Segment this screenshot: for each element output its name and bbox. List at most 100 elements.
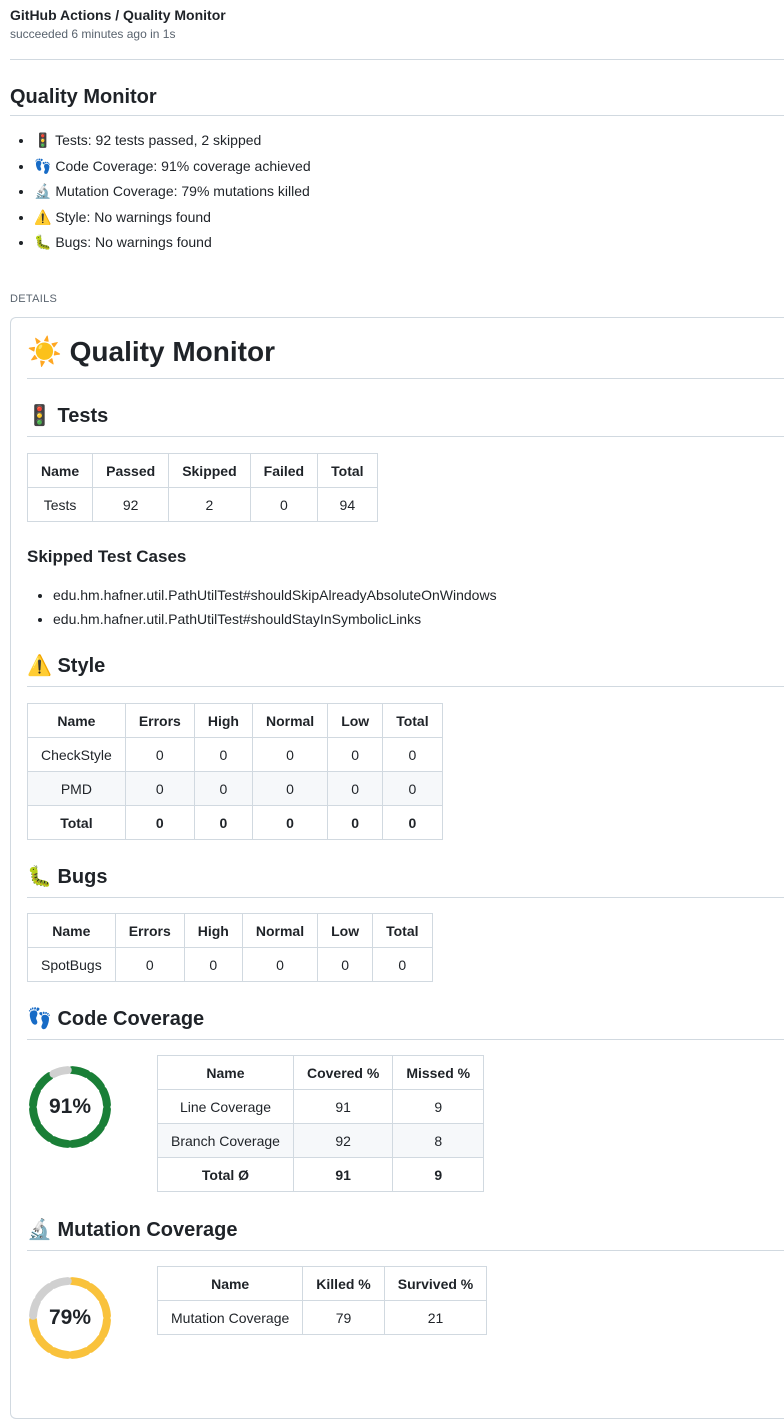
table-cell: 2 <box>168 487 251 522</box>
traffic-light-icon: 🚦 <box>34 133 52 149</box>
column-header: Name <box>26 453 94 488</box>
table-cell: SpotBugs <box>27 947 116 982</box>
table-cell: 9 <box>392 1089 485 1124</box>
table-cell: CheckStyle <box>27 737 126 772</box>
skipped-heading: Skipped Test Cases <box>27 547 187 566</box>
column-header: Normal <box>251 703 329 738</box>
table-cell: 0 <box>193 771 253 806</box>
table-row: CheckStyle 0 0 0 0 0 <box>27 737 443 772</box>
table-row: Line Coverage 91 9 <box>157 1089 485 1124</box>
table-cell: 0 <box>251 737 329 772</box>
column-header: Killed % <box>302 1266 385 1301</box>
list-item: edu.hm.hafner.util.PathUtilTest#shouldSt… <box>53 609 497 629</box>
divider <box>10 59 784 60</box>
table-cell: 0 <box>183 947 243 982</box>
column-header: Passed <box>92 453 170 488</box>
summary-item-text: Mutation Coverage: 79% mutations killed <box>55 183 310 199</box>
table-cell: Total Ø <box>157 1157 294 1192</box>
table-cell: Total <box>27 805 126 840</box>
code-coverage-donut: 91% <box>26 1063 114 1151</box>
table-row: Branch Coverage 92 8 <box>157 1123 485 1158</box>
check-header: GitHub Actions / Quality Monitor succeed… <box>10 7 226 42</box>
table-cell: PMD <box>27 771 126 806</box>
table-cell: 0 <box>382 737 443 772</box>
table-cell: Tests <box>26 487 94 522</box>
mutation-coverage-table: Name Killed % Survived % Mutation Covera… <box>156 1266 488 1335</box>
microscope-icon: 🔬 <box>34 184 52 200</box>
table-cell: 92 <box>92 487 170 522</box>
summary-item: ⚠️ Style: No warnings found <box>34 207 784 228</box>
summary-section: Quality Monitor 🚦 Tests: 92 tests passed… <box>10 85 784 258</box>
details-panel: ☀️ Quality Monitor 🚦 Tests Name Passed S… <box>10 317 784 1419</box>
table-header-row: Name Errors High Normal Low Total <box>27 703 443 738</box>
tests-heading-text: Tests <box>57 405 109 427</box>
sun-icon: ☀️ <box>27 335 62 368</box>
summary-title: Quality Monitor <box>10 85 784 116</box>
table-cell: 0 <box>114 947 185 982</box>
table-cell: 0 <box>249 487 319 522</box>
table-row: Tests 92 2 0 94 <box>26 487 378 522</box>
warning-icon: ⚠️ <box>34 209 52 226</box>
table-cell: 94 <box>317 487 378 522</box>
table-cell: 0 <box>124 771 195 806</box>
table-total-row: Total 0 0 0 0 0 <box>27 805 443 840</box>
check-title[interactable]: GitHub Actions / Quality Monitor <box>10 7 226 24</box>
column-header: Survived % <box>383 1266 488 1301</box>
mutation-coverage-heading-text: Mutation Coverage <box>57 1219 238 1241</box>
footprints-icon: 👣 <box>27 1006 52 1030</box>
column-header: Name <box>27 703 126 738</box>
column-header: Name <box>27 913 116 948</box>
report-title-text: Quality Monitor <box>69 336 275 367</box>
table-cell: Line Coverage <box>157 1089 294 1124</box>
column-header: High <box>193 703 253 738</box>
column-header: High <box>183 913 243 948</box>
table-cell: 0 <box>327 771 384 806</box>
table-cell: 0 <box>372 947 433 982</box>
column-header: Total <box>382 703 443 738</box>
table-total-row: Total Ø 91 9 <box>157 1157 485 1192</box>
style-heading: ⚠️ Style <box>27 653 784 687</box>
code-coverage-percent: 91% <box>48 1095 92 1118</box>
style-table: Name Errors High Normal Low Total CheckS… <box>27 703 443 840</box>
footprints-icon: 👣 <box>34 158 52 175</box>
traffic-light-icon: 🚦 <box>27 403 52 427</box>
table-header-row: Name Passed Skipped Failed Total <box>26 453 378 488</box>
table-cell: 0 <box>251 805 329 840</box>
summary-item: 🚦 Tests: 92 tests passed, 2 skipped <box>34 130 784 151</box>
code-coverage-heading-text: Code Coverage <box>57 1008 205 1030</box>
table-row: Mutation Coverage 79 21 <box>156 1300 488 1335</box>
table-header-row: Name Killed % Survived % <box>156 1266 488 1301</box>
column-header: Normal <box>241 913 319 948</box>
mutation-coverage-donut: 79% <box>26 1274 114 1362</box>
mutation-coverage-heading: 🔬 Mutation Coverage <box>27 1217 784 1251</box>
table-row: PMD 0 0 0 0 0 <box>27 771 443 806</box>
summary-item-text: Style: No warnings found <box>55 208 211 225</box>
column-header: Name <box>156 1266 304 1301</box>
summary-item-text: Bugs: No warnings found <box>55 234 212 250</box>
column-header: Covered % <box>292 1055 394 1090</box>
summary-list: 🚦 Tests: 92 tests passed, 2 skipped 👣 Co… <box>10 130 784 253</box>
table-cell: 91 <box>292 1157 394 1192</box>
microscope-icon: 🔬 <box>27 1217 52 1241</box>
column-header: Total <box>317 453 378 488</box>
table-cell: 92 <box>292 1123 394 1158</box>
table-cell: 0 <box>382 805 443 840</box>
style-heading-text: Style <box>57 655 106 677</box>
column-header: Low <box>317 913 374 948</box>
column-header: Skipped <box>168 453 251 488</box>
table-cell: Mutation Coverage <box>156 1300 304 1335</box>
table-cell: 0 <box>241 947 319 982</box>
bugs-heading: 🐛 Bugs <box>27 864 784 898</box>
list-item: edu.hm.hafner.util.PathUtilTest#shouldSk… <box>53 585 497 605</box>
column-header: Name <box>157 1055 294 1090</box>
column-header: Failed <box>249 453 319 488</box>
column-header: Errors <box>124 703 195 738</box>
column-header: Errors <box>114 913 185 948</box>
table-cell: 0 <box>193 805 253 840</box>
table-cell: 79 <box>302 1300 385 1335</box>
table-cell: 0 <box>193 737 253 772</box>
warning-icon: ⚠️ <box>27 653 52 677</box>
column-header: Low <box>327 703 384 738</box>
table-cell: 91 <box>292 1089 394 1124</box>
table-row: SpotBugs 0 0 0 0 0 <box>27 947 433 982</box>
